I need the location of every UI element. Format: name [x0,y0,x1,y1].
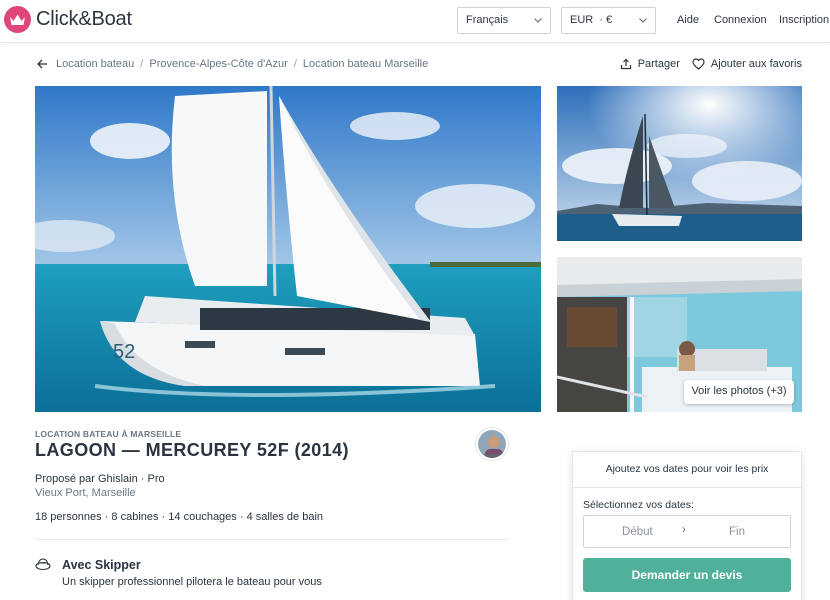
boat-photo-sailing[interactable] [557,86,802,241]
date-range-picker[interactable]: Début › Fin [583,515,791,548]
brand-name: Click&Boat [36,8,132,30]
share-icon [620,58,631,70]
skipper-description: Un skipper professionnel pilotera le bat… [62,576,322,588]
chevron-down-icon [534,18,542,23]
listing-title: LAGOON — MERCUREY 52F (2014) [35,440,349,460]
logo[interactable]: Click&Boat [4,6,132,33]
request-quote-button[interactable]: Demander un devis [583,558,791,592]
listing-actions: Partager Ajouter aux favoris [608,58,802,70]
nav-login[interactable]: Connexion [714,14,767,26]
boat-specs: 18 personnes · 8 cabines · 14 couchages … [35,511,324,523]
breadcrumb-item[interactable]: Location bateau Marseille [303,58,428,70]
chevron-right-icon: › [682,524,686,536]
chevron-down-icon [639,18,647,23]
heart-icon [692,58,705,70]
owner-line: Proposé par Ghislain · Pro [35,473,165,485]
divider [35,539,508,540]
main-boat-photo[interactable]: 52 [35,86,541,412]
nav-signup[interactable]: Inscription [779,14,829,26]
crown-icon [4,6,31,33]
dates-label: Sélectionnez vos dates: [583,499,694,511]
favorite-label: Ajouter aux favoris [710,58,802,70]
breadcrumb-separator: / [293,58,297,70]
skipper-title: Avec Skipper [62,558,141,572]
currency-select[interactable]: EUR · € [561,7,656,34]
breadcrumb-item[interactable]: Location bateau [56,58,134,70]
booking-header: Ajoutez vos dates pour voir les prix [573,452,801,488]
listing-kicker: LOCATION BATEAU À MARSEILLE [35,429,182,439]
favorite-button[interactable]: Ajouter aux favoris [692,58,802,70]
end-date-field[interactable]: Fin [729,526,745,538]
back-arrow-icon[interactable] [36,58,48,70]
language-select[interactable]: Français [457,7,551,34]
share-button[interactable]: Partager [620,58,680,70]
nav-help[interactable]: Aide [677,14,699,26]
share-label: Partager [637,58,680,70]
breadcrumb: Location bateau / Provence-Alpes-Côte d'… [36,58,428,70]
booking-card: Ajoutez vos dates pour voir les prix Sél… [572,451,802,600]
owner-avatar[interactable] [476,428,508,460]
start-date-field[interactable]: Début [622,526,653,538]
currency-value: EUR · € [570,14,613,26]
see-photos-button[interactable]: Voir les photos (+3) [684,380,794,404]
skipper-hat-icon [35,558,51,571]
hull-number: 52 [113,341,135,363]
language-value: Français [466,14,509,26]
top-navbar: Click&Boat Français EUR · € Aide Connexi… [0,0,830,43]
listing-location: Vieux Port, Marseille [35,487,136,499]
breadcrumb-separator: / [140,58,144,70]
breadcrumb-item[interactable]: Provence-Alpes-Côte d'Azur [149,58,287,70]
